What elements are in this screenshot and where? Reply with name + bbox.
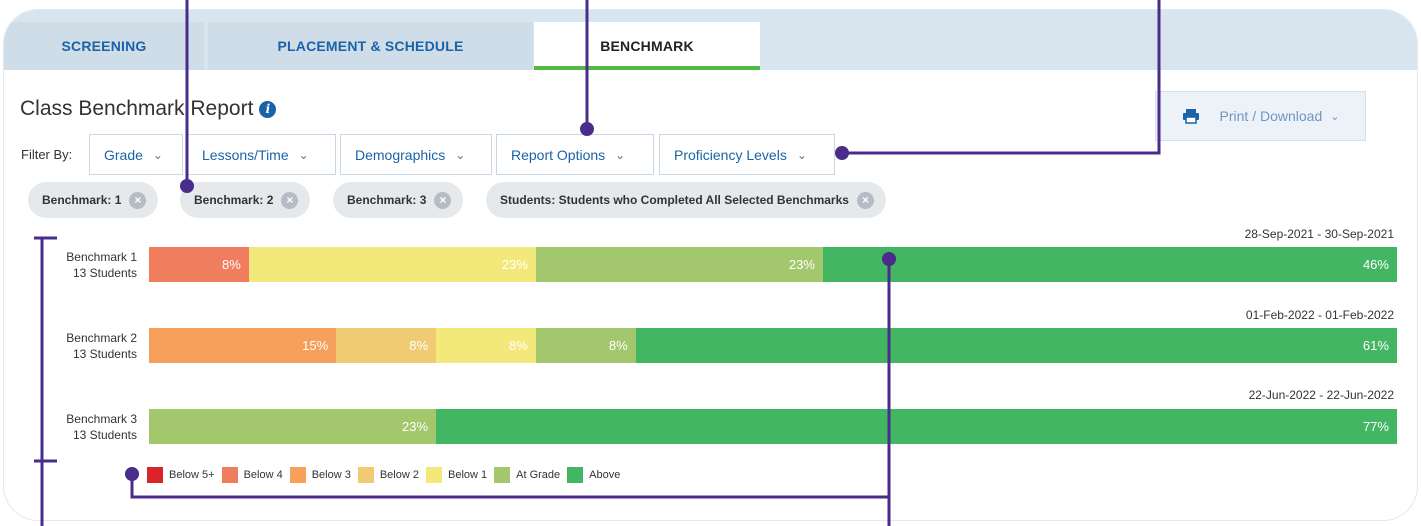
bar-segment: 15% — [149, 328, 337, 363]
bar-segment: 8% — [149, 247, 249, 282]
legend-label: Below 3 — [311, 469, 351, 481]
benchmark-bar: 8% 23% 23% 46% — [149, 247, 1397, 282]
info-icon[interactable]: i — [259, 101, 277, 118]
benchmark-student-count: 13 Students — [72, 347, 137, 361]
remove-chip-icon[interactable]: × — [281, 191, 299, 209]
tab-screening[interactable]: SCREENING — [4, 22, 204, 70]
bar-segment-label: 77% — [1362, 419, 1389, 434]
chip-label: Benchmark: 2 — [194, 193, 274, 207]
proficiency-levels-dropdown[interactable]: Proficiency Levels ⌄ — [659, 134, 835, 175]
legend-label: Below 5+ — [169, 469, 215, 481]
printer-icon — [1182, 109, 1199, 124]
lessons-time-dropdown-label: Lessons/Time — [202, 146, 289, 163]
filter-chip-students: Students: Students who Completed All Sel… — [486, 182, 886, 218]
bar-segment: 23% — [535, 247, 823, 282]
grade-dropdown-label: Grade — [104, 146, 143, 163]
benchmark-date-range: 22-Jun-2022 - 22-Jun-2022 — [1248, 388, 1394, 402]
report-title: Class Benchmark Report — [20, 97, 254, 120]
proficiency-levels-dropdown-label: Proficiency Levels — [674, 146, 787, 163]
benchmark-row-label: Benchmark 2 13 Students — [34, 330, 137, 362]
demographics-dropdown-label: Demographics — [355, 146, 446, 163]
bar-segment: 61% — [635, 328, 1397, 363]
report-options-dropdown[interactable]: Report Options ⌄ — [496, 134, 654, 175]
benchmark-date-range: 01-Feb-2022 - 01-Feb-2022 — [1245, 308, 1394, 322]
bar-segment: 23% — [149, 409, 437, 444]
legend-label: At Grade — [516, 469, 561, 481]
chip-label: Students: Students who Completed All Sel… — [500, 193, 849, 207]
bar-segment-label: 8% — [409, 338, 429, 353]
remove-chip-icon[interactable]: × — [129, 191, 147, 209]
tab-bar: SCREENING PLACEMENT & SCHEDULE BENCHMARK — [4, 10, 1417, 70]
bar-segment-label: 8% — [608, 338, 628, 353]
legend-swatch — [425, 467, 442, 483]
tab-placement-schedule[interactable]: PLACEMENT & SCHEDULE — [208, 22, 533, 70]
remove-chip-icon[interactable]: × — [434, 191, 452, 209]
bar-segment-label: 46% — [1362, 257, 1389, 272]
chevron-down-icon: ⌄ — [455, 147, 466, 162]
proficiency-legend: Below 5+ Below 4 Below 3 Below 2 Below 1… — [147, 467, 627, 483]
bar-segment-label: 15% — [302, 338, 329, 353]
benchmark-bar: 15% 8% 8% 8% 61% — [149, 328, 1397, 363]
bar-segment-label: 8% — [509, 338, 528, 353]
benchmark-bar: 23% 77% — [149, 409, 1397, 444]
grade-dropdown[interactable]: Grade ⌄ — [89, 134, 183, 175]
legend-item: Below 3 — [289, 467, 351, 483]
legend-label: Below 2 — [379, 469, 419, 481]
demographics-dropdown[interactable]: Demographics ⌄ — [340, 134, 492, 175]
remove-chip-icon[interactable]: × — [856, 191, 874, 209]
legend-item: Below 4 — [221, 467, 283, 483]
legend-swatch — [289, 467, 306, 483]
report-card: SCREENING PLACEMENT & SCHEDULE BENCHMARK… — [4, 10, 1417, 520]
benchmark-name: Benchmark 3 — [66, 412, 137, 426]
legend-swatch — [357, 467, 374, 483]
bar-segment: 8% — [336, 328, 437, 363]
benchmark-name: Benchmark 2 — [66, 331, 137, 345]
filter-chip-benchmark-1: Benchmark: 1 × — [28, 182, 159, 218]
filter-chip-benchmark-3: Benchmark: 3 × — [333, 182, 464, 218]
legend-label: Below 4 — [243, 469, 283, 481]
benchmark-date-range: 28-Sep-2021 - 30-Sep-2021 — [1244, 227, 1394, 241]
chevron-down-icon: ⌄ — [152, 147, 163, 162]
bar-segment-label: 23% — [402, 419, 429, 434]
report-options-dropdown-label: Report Options — [511, 146, 606, 163]
bar-segment: 77% — [436, 409, 1397, 444]
bar-segment: 8% — [535, 328, 636, 363]
benchmark-row-label: Benchmark 3 13 Students — [34, 411, 137, 443]
bar-segment: 46% — [822, 247, 1397, 282]
benchmark-student-count: 13 Students — [72, 266, 137, 280]
bar-segment-label: 8% — [222, 257, 241, 272]
legend-item: Below 5+ — [147, 467, 215, 483]
bar-segment-label: 23% — [788, 257, 815, 272]
chevron-down-icon: ⌄ — [615, 147, 626, 162]
filter-by-label: Filter By: — [21, 147, 73, 162]
print-download-button[interactable]: Print / Download ⌄ — [1155, 91, 1366, 141]
legend-item: Below 1 — [425, 467, 488, 483]
chevron-down-icon: ⌄ — [298, 147, 309, 162]
legend-item: Above — [567, 467, 620, 483]
bar-segment-label: 61% — [1362, 338, 1389, 353]
bar-segment: 23% — [248, 247, 536, 282]
chip-label: Benchmark: 1 — [42, 193, 122, 207]
legend-label: Below 1 — [447, 469, 488, 481]
page-title: Class Benchmark Report i — [20, 97, 277, 121]
legend-swatch — [221, 467, 238, 483]
legend-swatch — [494, 467, 511, 483]
lessons-time-dropdown[interactable]: Lessons/Time ⌄ — [187, 134, 336, 175]
legend-item: At Grade — [494, 467, 560, 483]
legend-item: Below 2 — [357, 467, 419, 483]
print-download-label: Print / Download — [1219, 108, 1323, 124]
chevron-down-icon: ⌄ — [1330, 110, 1340, 123]
bar-segment: 8% — [436, 328, 536, 363]
legend-label: Above — [589, 469, 621, 481]
filter-chip-benchmark-2: Benchmark: 2 × — [180, 182, 311, 218]
tab-benchmark[interactable]: BENCHMARK — [534, 22, 760, 70]
chevron-down-icon: ⌄ — [796, 147, 807, 162]
benchmark-student-count: 13 Students — [72, 428, 137, 442]
bar-segment-label: 23% — [501, 257, 528, 272]
legend-swatch — [567, 467, 584, 483]
legend-swatch — [147, 467, 163, 483]
benchmark-name: Benchmark 1 — [66, 250, 137, 264]
chip-label: Benchmark: 3 — [347, 193, 427, 207]
benchmark-row-label: Benchmark 1 13 Students — [34, 249, 137, 281]
